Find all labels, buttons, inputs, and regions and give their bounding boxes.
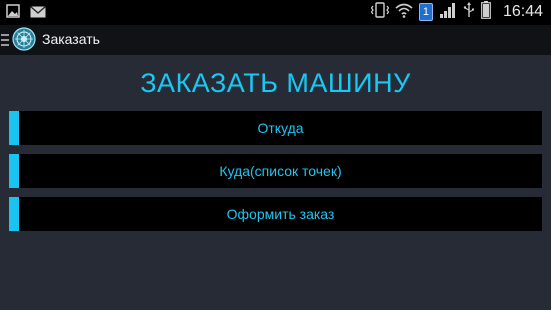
button-accent-bar — [9, 197, 19, 231]
button-accent-bar — [9, 154, 19, 188]
destination-list-button[interactable]: Куда(список точек) — [9, 154, 542, 188]
signal-icon — [439, 2, 457, 23]
status-bar-right: 1 16:44 — [370, 0, 543, 24]
usb-icon — [463, 1, 475, 23]
status-bar-clock: 16:44 — [502, 3, 543, 20]
wifi-icon — [395, 2, 413, 23]
notification-badge: 1 — [418, 3, 433, 21]
place-order-button[interactable]: Оформить заказ — [9, 197, 542, 231]
action-bar: Заказать — [0, 25, 551, 55]
main-content: ЗАКАЗАТЬ МАШИНУ Откуда Куда(список точек… — [0, 55, 551, 310]
page-title: ЗАКАЗАТЬ МАШИНУ — [140, 68, 411, 98]
place-order-button-label: Оформить заказ — [226, 206, 335, 222]
from-button[interactable]: Откуда — [9, 111, 542, 145]
image-icon — [6, 4, 20, 23]
app-logo-icon[interactable] — [12, 27, 36, 51]
vibrate-icon — [370, 1, 390, 23]
destination-list-button-label: Куда(список точек) — [219, 163, 342, 179]
notification-badge-count: 1 — [422, 6, 430, 18]
battery-icon — [481, 0, 491, 24]
from-button-label: Откуда — [257, 120, 304, 136]
status-bar-left — [6, 4, 46, 23]
button-accent-bar — [9, 111, 19, 145]
mail-icon — [30, 5, 46, 23]
action-bar-title: Заказать — [42, 31, 100, 47]
drawer-menu-icon[interactable] — [1, 33, 9, 46]
status-bar: 1 16:44 — [0, 0, 551, 25]
